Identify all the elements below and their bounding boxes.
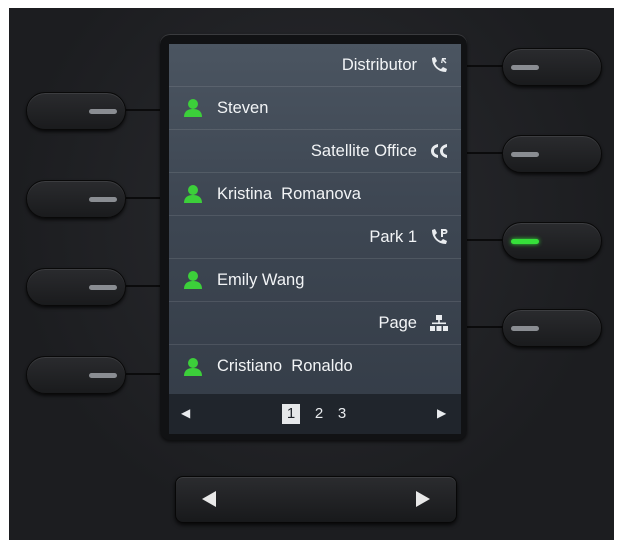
- key-led: [511, 65, 539, 70]
- row-label: Distributor: [341, 55, 417, 74]
- prev-page-arrow[interactable]: ◀: [181, 406, 190, 420]
- page-navigation-rocker: [175, 476, 457, 523]
- key-led: [89, 197, 117, 202]
- page-selector: ◀ 1 2 3 ▶: [169, 394, 461, 434]
- paging-tree-icon: [429, 313, 449, 333]
- satellite-office-icon: [429, 141, 449, 161]
- distributor-call-icon: [429, 55, 449, 75]
- page-3[interactable]: 3: [333, 404, 351, 424]
- line-key-steven[interactable]: Steven: [169, 87, 461, 130]
- right-line-key-3[interactable]: [502, 222, 602, 260]
- right-line-key-2[interactable]: [502, 135, 602, 173]
- right-line-key-1[interactable]: [502, 48, 602, 86]
- park-call-icon: [429, 227, 449, 247]
- person-icon: [183, 357, 203, 377]
- row-label: Steven: [217, 98, 269, 117]
- left-line-key-1[interactable]: [26, 92, 126, 130]
- key-led: [511, 326, 539, 331]
- row-label: Cristiano Ronaldo: [217, 357, 353, 375]
- person-icon: [183, 98, 203, 118]
- lcd-screen: Distributor Steven Satellite Office Kris…: [169, 44, 461, 434]
- row-label: Kristina Romanova: [217, 184, 361, 203]
- next-page-arrow[interactable]: ▶: [437, 406, 446, 420]
- line-key-page[interactable]: Page: [169, 302, 461, 345]
- key-led: [89, 373, 117, 378]
- person-icon: [183, 270, 203, 290]
- triangle-right-icon[interactable]: [416, 491, 430, 507]
- line-key-cristiano-ronaldo[interactable]: Cristiano Ronaldo: [169, 345, 461, 388]
- left-line-key-3[interactable]: [26, 268, 126, 306]
- left-line-key-2[interactable]: [26, 180, 126, 218]
- line-key-emily-wang[interactable]: Emily Wang: [169, 259, 461, 302]
- row-label: Park 1: [369, 227, 417, 246]
- left-line-key-4[interactable]: [26, 356, 126, 394]
- line-key-satellite-office[interactable]: Satellite Office: [169, 130, 461, 173]
- page-1[interactable]: 1: [282, 404, 300, 424]
- line-key-park-1[interactable]: Park 1: [169, 216, 461, 259]
- key-led-active: [511, 239, 539, 244]
- key-led: [89, 285, 117, 290]
- key-led: [89, 109, 117, 114]
- line-key-distributor[interactable]: Distributor: [169, 44, 461, 87]
- right-line-key-4[interactable]: [502, 309, 602, 347]
- triangle-left-icon[interactable]: [202, 491, 216, 507]
- row-label: Satellite Office: [310, 141, 417, 160]
- line-key-kristina-romanova[interactable]: Kristina Romanova: [169, 173, 461, 216]
- key-led: [511, 152, 539, 157]
- row-label: Emily Wang: [217, 270, 305, 289]
- page-2[interactable]: 2: [310, 404, 328, 424]
- person-icon: [183, 184, 203, 204]
- row-label: Page: [378, 313, 417, 332]
